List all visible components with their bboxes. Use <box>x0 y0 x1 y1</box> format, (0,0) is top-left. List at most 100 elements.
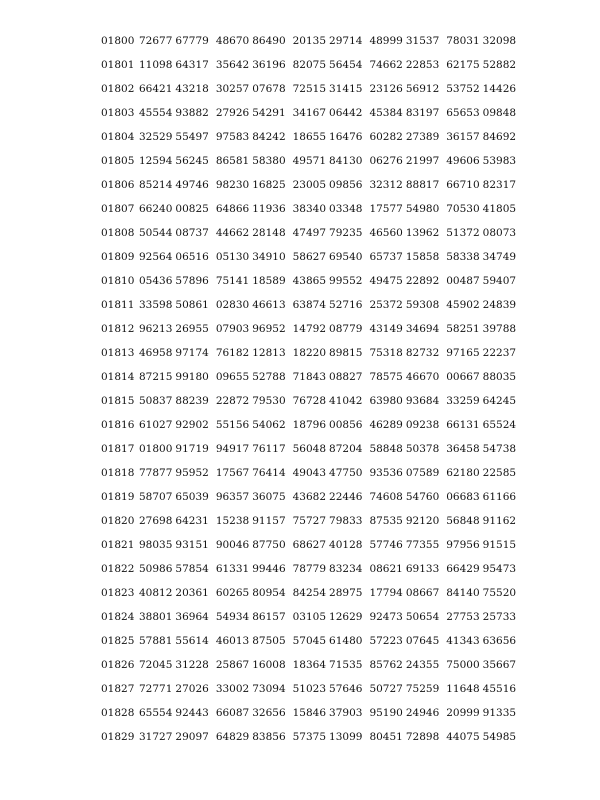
number-group: 72771 27026 <box>139 680 209 704</box>
number-cell: 50654 <box>405 611 440 623</box>
number-cell: 65039 <box>175 491 209 503</box>
number-group: 57375 13099 <box>293 728 363 752</box>
row-id: 01828 <box>101 707 135 719</box>
number-cell: 59308 <box>405 299 440 311</box>
number-cell: 91162 <box>482 515 517 527</box>
number-cell: 11936 <box>252 203 286 215</box>
table-row: 01814 87215 99180 09655 52788 71843 08827 78575… <box>101 368 581 392</box>
number-group: 56048 87204 <box>293 440 363 464</box>
number-cell: 46613 <box>252 299 286 311</box>
number-group: 84254 28975 <box>293 584 363 608</box>
number-cell: 88239 <box>175 395 209 407</box>
number-cell: 76414 <box>252 467 286 479</box>
number-cell: 95473 <box>482 563 517 575</box>
number-cell: 29714 <box>329 35 363 47</box>
number-group: 23126 56912 <box>369 80 439 104</box>
number-group: 97956 91515 <box>446 536 516 560</box>
number-cell: 65524 <box>482 419 517 431</box>
number-group: 36157 84692 <box>446 128 516 152</box>
row-id: 01818 <box>101 467 135 479</box>
number-group: 58848 50378 <box>369 440 439 464</box>
number-cell: 32312 <box>369 179 403 191</box>
number-cell: 65554 <box>139 707 173 719</box>
number-cell: 78575 <box>369 371 403 383</box>
table-row: 01808 50544 08737 44662 28148 47497 79235 46560… <box>101 224 581 248</box>
number-group: 78575 46670 <box>369 368 439 392</box>
number-cell: 46013 <box>215 635 250 647</box>
number-group: 78031 32098 <box>446 32 516 56</box>
number-cell: 58380 <box>252 155 286 167</box>
number-cell: 14426 <box>482 83 517 95</box>
number-group: 54934 86157 <box>216 608 286 632</box>
number-cell: 08667 <box>405 587 440 599</box>
number-cell: 50727 <box>369 683 403 695</box>
table-row: 01817 01800 91719 94917 76117 56048 87204 58848… <box>101 440 581 464</box>
number-cell: 77877 <box>139 467 173 479</box>
number-cell: 66429 <box>446 563 480 575</box>
number-cell: 76117 <box>252 443 286 455</box>
table-row: 01826 72045 31228 25867 16008 18364 71535 85762… <box>101 656 581 680</box>
number-cell: 72515 <box>292 83 327 95</box>
number-cell: 45902 <box>446 299 480 311</box>
number-group: 41343 63656 <box>446 632 516 656</box>
number-cell: 97165 <box>446 347 480 359</box>
row-id: 01827 <box>101 683 135 695</box>
number-group: 62180 22585 <box>446 464 516 488</box>
number-cell: 09856 <box>329 179 363 191</box>
number-cell: 93684 <box>405 395 440 407</box>
number-cell: 72045 <box>139 659 173 671</box>
number-group: 74662 22853 <box>369 56 439 80</box>
number-cell: 28975 <box>329 587 363 599</box>
number-group: 55156 54062 <box>216 416 286 440</box>
number-cell: 08621 <box>369 563 403 575</box>
number-cell: 41343 <box>446 635 480 647</box>
number-cell: 36157 <box>446 131 480 143</box>
number-cell: 33259 <box>446 395 480 407</box>
number-cell: 26955 <box>175 323 209 335</box>
number-group: 86581 58380 <box>216 152 286 176</box>
number-cell: 31228 <box>175 659 209 671</box>
number-cell: 21997 <box>405 155 440 167</box>
number-cell: 44075 <box>446 731 480 743</box>
number-group: 44662 28148 <box>216 224 286 248</box>
table-row: 01803 45554 93882 27926 54291 34167 06442 45384… <box>101 104 581 128</box>
number-cell: 02830 <box>215 299 250 311</box>
number-cell: 88035 <box>482 371 517 383</box>
number-group: 80451 72898 <box>369 728 439 752</box>
number-group: 72515 31415 <box>293 80 363 104</box>
number-cell: 27698 <box>139 515 173 527</box>
number-cell: 77355 <box>405 539 440 551</box>
number-cell: 47750 <box>329 467 363 479</box>
number-cell: 50861 <box>175 299 209 311</box>
number-cell: 18655 <box>292 131 327 143</box>
number-cell: 62175 <box>446 59 480 71</box>
table-row: 01829 31727 29097 64829 83856 57375 13099 80451… <box>101 728 581 752</box>
number-group: 58627 69540 <box>293 248 363 272</box>
number-cell: 53752 <box>446 83 480 95</box>
number-cell: 34694 <box>405 323 440 335</box>
number-cell: 54934 <box>215 611 250 623</box>
row-id: 01802 <box>101 83 135 95</box>
number-group: 85762 24355 <box>369 656 439 680</box>
number-group: 11648 45516 <box>446 680 516 704</box>
number-cell: 45516 <box>482 683 517 695</box>
table-row: 01824 38801 36964 54934 86157 03105 12629 92473… <box>101 608 581 632</box>
number-cell: 45554 <box>139 107 173 119</box>
number-cell: 84254 <box>292 587 327 599</box>
number-group: 49475 22892 <box>369 272 439 296</box>
number-cell: 87535 <box>369 515 403 527</box>
number-group: 18364 71535 <box>293 656 363 680</box>
number-cell: 87505 <box>252 635 286 647</box>
number-cell: 56048 <box>292 443 327 455</box>
row-id: 01812 <box>101 323 135 335</box>
number-cell: 18220 <box>292 347 327 359</box>
number-cell: 79530 <box>252 395 286 407</box>
number-cell: 00487 <box>446 275 480 287</box>
number-group: 07903 96952 <box>216 320 286 344</box>
number-cell: 65737 <box>369 251 403 263</box>
number-cell: 72898 <box>405 731 440 743</box>
number-group: 27698 64231 <box>139 512 209 536</box>
number-cell: 52882 <box>482 59 517 71</box>
number-group: 20135 29714 <box>293 32 363 56</box>
number-cell: 25867 <box>215 659 250 671</box>
